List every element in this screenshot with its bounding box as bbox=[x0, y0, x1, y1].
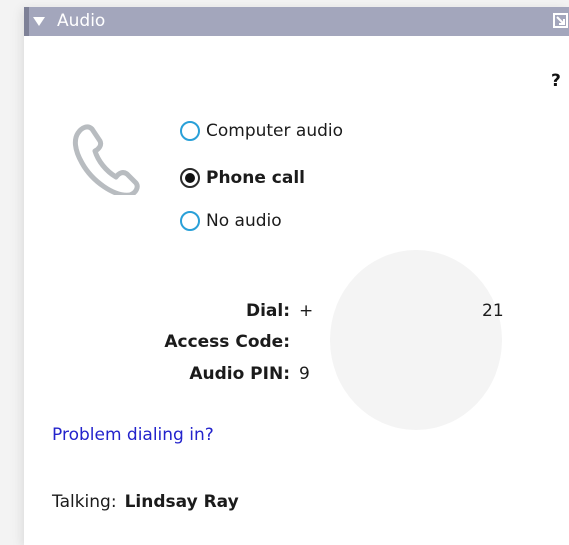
titlebar-edge bbox=[24, 7, 29, 36]
popout-icon[interactable] bbox=[553, 13, 569, 29]
help-icon[interactable]: ? bbox=[551, 71, 561, 91]
access-code-label: Access Code: bbox=[164, 332, 290, 352]
dial-label: Dial: bbox=[245, 301, 290, 321]
radio-button-checked[interactable] bbox=[180, 168, 200, 188]
radio-no-audio[interactable]: No audio bbox=[180, 207, 282, 235]
talking-label: Talking: bbox=[52, 492, 117, 512]
radio-computer-audio[interactable]: Computer audio bbox=[180, 117, 343, 145]
dial-value: + bbox=[299, 301, 314, 321]
radio-label: No audio bbox=[206, 211, 282, 231]
audio-panel-titlebar[interactable]: Audio bbox=[24, 7, 569, 36]
talking-indicator: Talking: Lindsay Ray bbox=[52, 492, 239, 512]
radio-button[interactable] bbox=[180, 211, 200, 231]
panel-title: Audio bbox=[57, 11, 106, 31]
radio-button[interactable] bbox=[180, 121, 200, 141]
audio-pin-label: Audio PIN: bbox=[189, 364, 290, 384]
problem-dialing-link[interactable]: Problem dialing in? bbox=[52, 425, 214, 445]
phone-icon bbox=[72, 124, 140, 195]
radio-label: Phone call bbox=[206, 168, 305, 188]
radio-phone-call[interactable]: Phone call bbox=[180, 164, 305, 192]
page: Audio ? Computer audio Phone call No aud… bbox=[0, 0, 569, 545]
collapse-triangle-icon[interactable] bbox=[33, 17, 45, 26]
radio-label: Computer audio bbox=[206, 121, 344, 141]
audio-panel: Audio ? Computer audio Phone call No aud… bbox=[24, 7, 569, 545]
redaction-blur bbox=[330, 250, 502, 430]
dial-value-end: 21 bbox=[482, 301, 504, 321]
audio-pin-value: 9 bbox=[299, 364, 310, 384]
talking-name: Lindsay Ray bbox=[124, 492, 239, 512]
